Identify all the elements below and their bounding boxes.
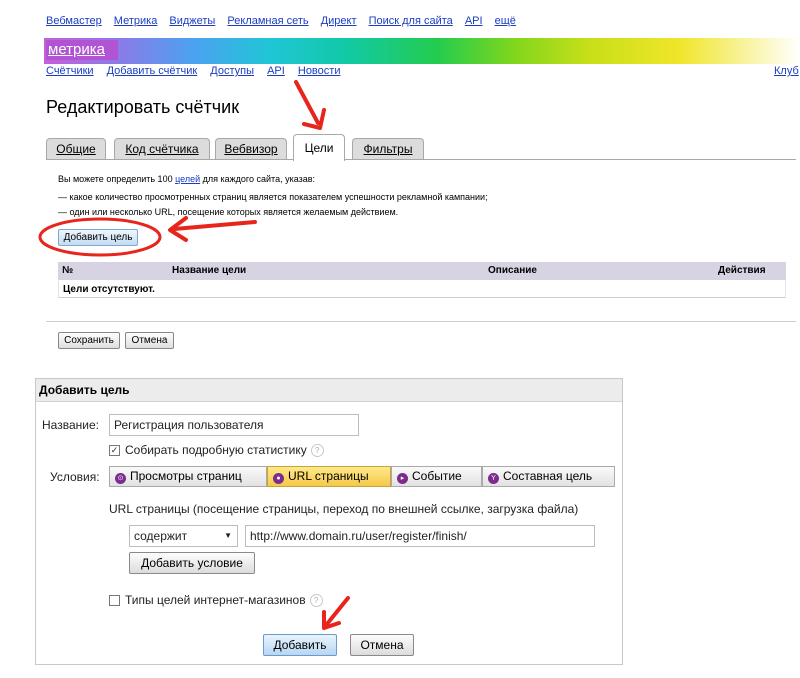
red-annotations [38,80,350,630]
tab-goals-label: Цели [304,141,334,155]
add-goal-circle [38,217,162,257]
tab-arrow-line [294,80,320,125]
add-button-arrow-line [325,596,350,626]
add-goal-arrow-line [172,220,257,231]
tab-goals[interactable]: Цели [293,134,345,161]
